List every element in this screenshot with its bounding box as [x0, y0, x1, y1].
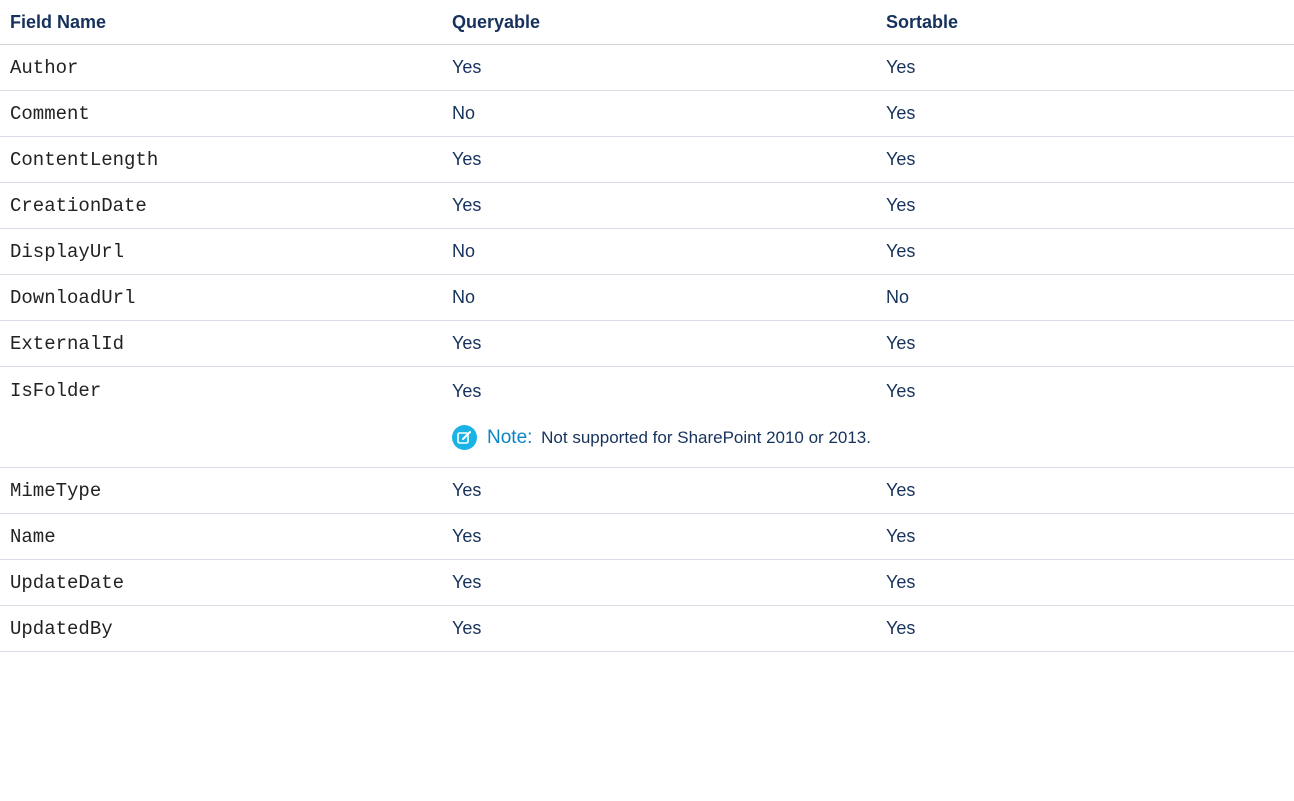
sortable-cell: Yes: [876, 228, 1294, 275]
table-row: Name Yes Yes: [0, 513, 1294, 560]
sortable-cell: Yes: [876, 513, 1294, 560]
note-text: Not supported for SharePoint 2010 or 201…: [541, 428, 871, 447]
sortable-cell: Yes: [876, 90, 1294, 137]
header-sortable: Sortable: [876, 0, 1294, 45]
queryable-cell: Yes: [442, 182, 876, 229]
sortable-text: Yes: [886, 381, 916, 401]
note-body: Note: Not supported for SharePoint 2010 …: [487, 423, 871, 453]
field-name-cell: CreationDate: [0, 182, 442, 229]
table-row: UpdatedBy Yes Yes: [0, 605, 1294, 652]
table-row: ExternalId Yes Yes: [0, 320, 1294, 367]
sortable-cell: Yes: [876, 605, 1294, 652]
fields-table: Field Name Queryable Sortable Author Yes…: [0, 0, 1294, 652]
field-name-cell: ContentLength: [0, 136, 442, 183]
table-row: IsFolder Yes Note: Not supported for Sha…: [0, 366, 1294, 468]
queryable-cell: No: [442, 274, 876, 321]
queryable-cell: Yes: [442, 44, 876, 91]
sortable-cell: No: [876, 274, 1294, 321]
queryable-cell: No: [442, 90, 876, 137]
table-row: MimeType Yes Yes: [0, 467, 1294, 514]
queryable-cell: Yes: [442, 467, 876, 514]
field-name-cell: DownloadUrl: [0, 274, 442, 321]
queryable-cell: Yes: [442, 136, 876, 183]
queryable-cell: Yes Note: Not supported for SharePoint 2…: [442, 366, 876, 468]
sortable-cell: Yes: [876, 182, 1294, 229]
header-queryable: Queryable: [442, 0, 876, 45]
queryable-text: Yes: [452, 381, 482, 401]
field-name-text: IsFolder: [10, 380, 102, 402]
table-row: Author Yes Yes: [0, 44, 1294, 91]
sortable-cell: Yes: [876, 136, 1294, 183]
queryable-cell: Yes: [442, 559, 876, 606]
table-header: Field Name Queryable Sortable: [0, 0, 1294, 45]
table-row: CreationDate Yes Yes: [0, 182, 1294, 229]
field-name-cell: DisplayUrl: [0, 228, 442, 275]
header-field-name: Field Name: [0, 0, 442, 45]
queryable-cell: No: [442, 228, 876, 275]
queryable-cell: Yes: [442, 605, 876, 652]
sortable-cell: Yes: [876, 467, 1294, 514]
note-label: Note:: [487, 427, 533, 448]
queryable-cell: Yes: [442, 320, 876, 367]
note-callout: Note: Not supported for SharePoint 2010 …: [452, 423, 872, 453]
field-name-cell: UpdateDate: [0, 559, 442, 606]
sortable-cell: Yes: [876, 366, 1294, 468]
sortable-cell: Yes: [876, 559, 1294, 606]
field-name-cell: UpdatedBy: [0, 605, 442, 652]
header-row: Field Name Queryable Sortable: [0, 0, 1294, 45]
field-name-cell: ExternalId: [0, 320, 442, 367]
table-row: ContentLength Yes Yes: [0, 136, 1294, 183]
field-name-cell: Name: [0, 513, 442, 560]
table-row: DownloadUrl No No: [0, 274, 1294, 321]
queryable-cell: Yes: [442, 513, 876, 560]
field-name-cell: Author: [0, 44, 442, 91]
sortable-cell: Yes: [876, 320, 1294, 367]
table-row: Comment No Yes: [0, 90, 1294, 137]
field-name-cell: IsFolder: [0, 366, 442, 468]
field-name-cell: Comment: [0, 90, 442, 137]
table-row: DisplayUrl No Yes: [0, 228, 1294, 275]
field-name-cell: MimeType: [0, 467, 442, 514]
sortable-cell: Yes: [876, 44, 1294, 91]
table-row: UpdateDate Yes Yes: [0, 559, 1294, 606]
table-body: Author Yes Yes Comment No Yes ContentLen…: [0, 44, 1294, 652]
edit-note-icon: [452, 425, 477, 450]
